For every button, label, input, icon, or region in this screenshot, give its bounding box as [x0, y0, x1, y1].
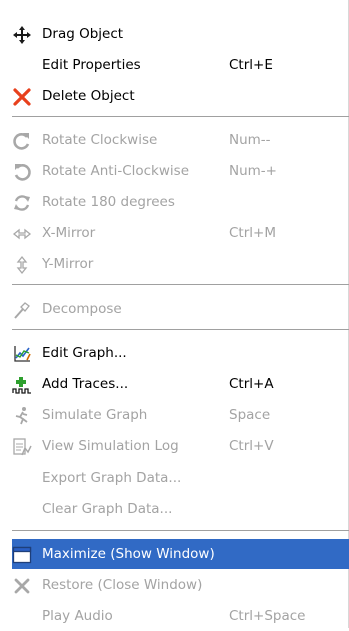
- menu-item-label: Maximize (Show Window): [42, 546, 215, 562]
- menu-item-simulate-graph[interactable]: Simulate Graph Space: [0, 400, 349, 430]
- menu-item-label: Add Traces...: [42, 376, 129, 392]
- menu-item-drag-object[interactable]: Drag Object: [0, 19, 349, 49]
- menu-item-label: Y-Mirror: [42, 256, 94, 272]
- menu-item-rotate-clockwise[interactable]: Rotate Clockwise Num--: [0, 125, 349, 155]
- menu-item-label: Drag Object: [42, 26, 124, 42]
- window-icon: [12, 545, 32, 565]
- menu-separator: [12, 116, 349, 117]
- menu-item-label: Rotate 180 degrees: [42, 194, 175, 210]
- add-traces-icon: [12, 375, 32, 395]
- x-mirror-icon: [12, 224, 32, 244]
- context-menu: Drag Object Edit Properties Ctrl+E Delet…: [0, 0, 349, 628]
- decompose-icon: [12, 300, 32, 320]
- menu-item-shortcut: Num--: [229, 132, 271, 148]
- menu-item-label: Play Audio: [42, 608, 113, 624]
- menu-item-shortcut: Ctrl+A: [229, 376, 274, 392]
- menu-item-rotate-180[interactable]: Rotate 180 degrees: [0, 187, 349, 217]
- menu-item-add-traces[interactable]: Add Traces... Ctrl+A: [0, 369, 349, 399]
- menu-item-label: Rotate Anti-Clockwise: [42, 163, 190, 179]
- menu-item-view-simulation-log[interactable]: View Simulation Log Ctrl+V: [0, 431, 349, 461]
- menu-item-shortcut: Num-+: [229, 163, 277, 179]
- menu-item-shortcut: Space: [229, 407, 271, 423]
- menu-item-edit-properties[interactable]: Edit Properties Ctrl+E: [0, 50, 349, 80]
- rotate-180-icon: [12, 193, 32, 213]
- menu-item-label: View Simulation Log: [42, 438, 179, 454]
- menu-separator: [12, 530, 349, 531]
- menu-item-decompose[interactable]: Decompose: [0, 294, 349, 324]
- menu-item-x-mirror[interactable]: X-Mirror Ctrl+M: [0, 218, 349, 248]
- simulate-icon: [12, 406, 32, 426]
- menu-item-label: Edit Graph...: [42, 345, 127, 361]
- menu-item-delete-object[interactable]: Delete Object: [0, 81, 349, 111]
- y-mirror-icon: [12, 255, 32, 275]
- graph-icon: [12, 344, 32, 364]
- menu-item-maximize[interactable]: Maximize (Show Window): [12, 539, 349, 569]
- menu-item-label: Delete Object: [42, 88, 135, 104]
- move-icon: [12, 25, 32, 45]
- simulation-log-icon: [12, 437, 32, 457]
- menu-item-label: Rotate Clockwise: [42, 132, 158, 148]
- delete-icon: [12, 87, 32, 107]
- menu-item-rotate-anticlockwise[interactable]: Rotate Anti-Clockwise Num-+: [0, 156, 349, 186]
- rotate-anticlockwise-icon: [12, 162, 32, 182]
- menu-item-label: Clear Graph Data...: [42, 501, 173, 517]
- menu-item-label: X-Mirror: [42, 225, 96, 241]
- menu-item-clear-graph-data[interactable]: Clear Graph Data...: [0, 494, 349, 524]
- menu-item-y-mirror[interactable]: Y-Mirror: [0, 249, 349, 279]
- menu-item-label: Export Graph Data...: [42, 470, 182, 486]
- menu-item-shortcut: Ctrl+E: [229, 57, 273, 73]
- menu-item-label: Restore (Close Window): [42, 577, 203, 593]
- menu-item-label: Simulate Graph: [42, 407, 148, 423]
- menu-item-edit-graph[interactable]: Edit Graph...: [0, 338, 349, 368]
- menu-item-label: Edit Properties: [42, 57, 141, 73]
- menu-item-shortcut: Ctrl+M: [229, 225, 276, 241]
- menu-item-play-audio[interactable]: Play Audio Ctrl+Space: [0, 601, 349, 631]
- menu-item-shortcut: Ctrl+Space: [229, 608, 306, 624]
- menu-item-export-graph-data[interactable]: Export Graph Data...: [0, 463, 349, 493]
- rotate-clockwise-icon: [12, 131, 32, 151]
- menu-item-restore[interactable]: Restore (Close Window): [0, 570, 349, 600]
- menu-item-label: Decompose: [42, 301, 122, 317]
- close-icon: [12, 576, 32, 596]
- menu-separator: [12, 329, 349, 330]
- menu-separator: [12, 284, 349, 285]
- menu-item-shortcut: Ctrl+V: [229, 438, 274, 454]
